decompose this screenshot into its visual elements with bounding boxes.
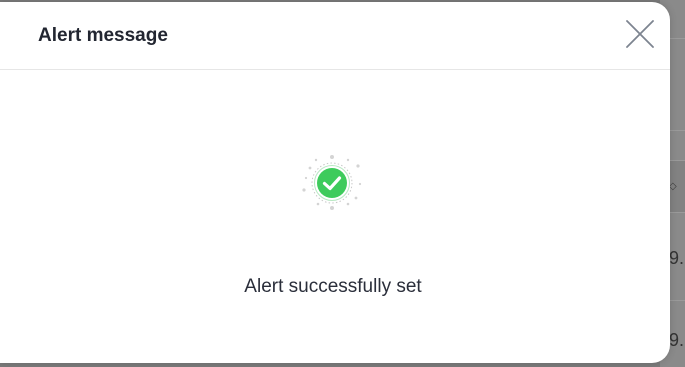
dialog-title: Alert message [38, 25, 168, 46]
background-table-cell: 9. [669, 248, 685, 268]
success-check-icon [300, 154, 364, 214]
background-table-cell: 9. [669, 330, 685, 350]
dialog-message: Alert successfully set [244, 276, 422, 297]
close-button[interactable] [624, 18, 656, 50]
close-icon [626, 20, 654, 48]
sort-icon: ◇ [669, 181, 677, 192]
dialog-header: Alert message [0, 2, 670, 70]
alert-dialog: Alert message Alert successfully set [0, 2, 670, 363]
